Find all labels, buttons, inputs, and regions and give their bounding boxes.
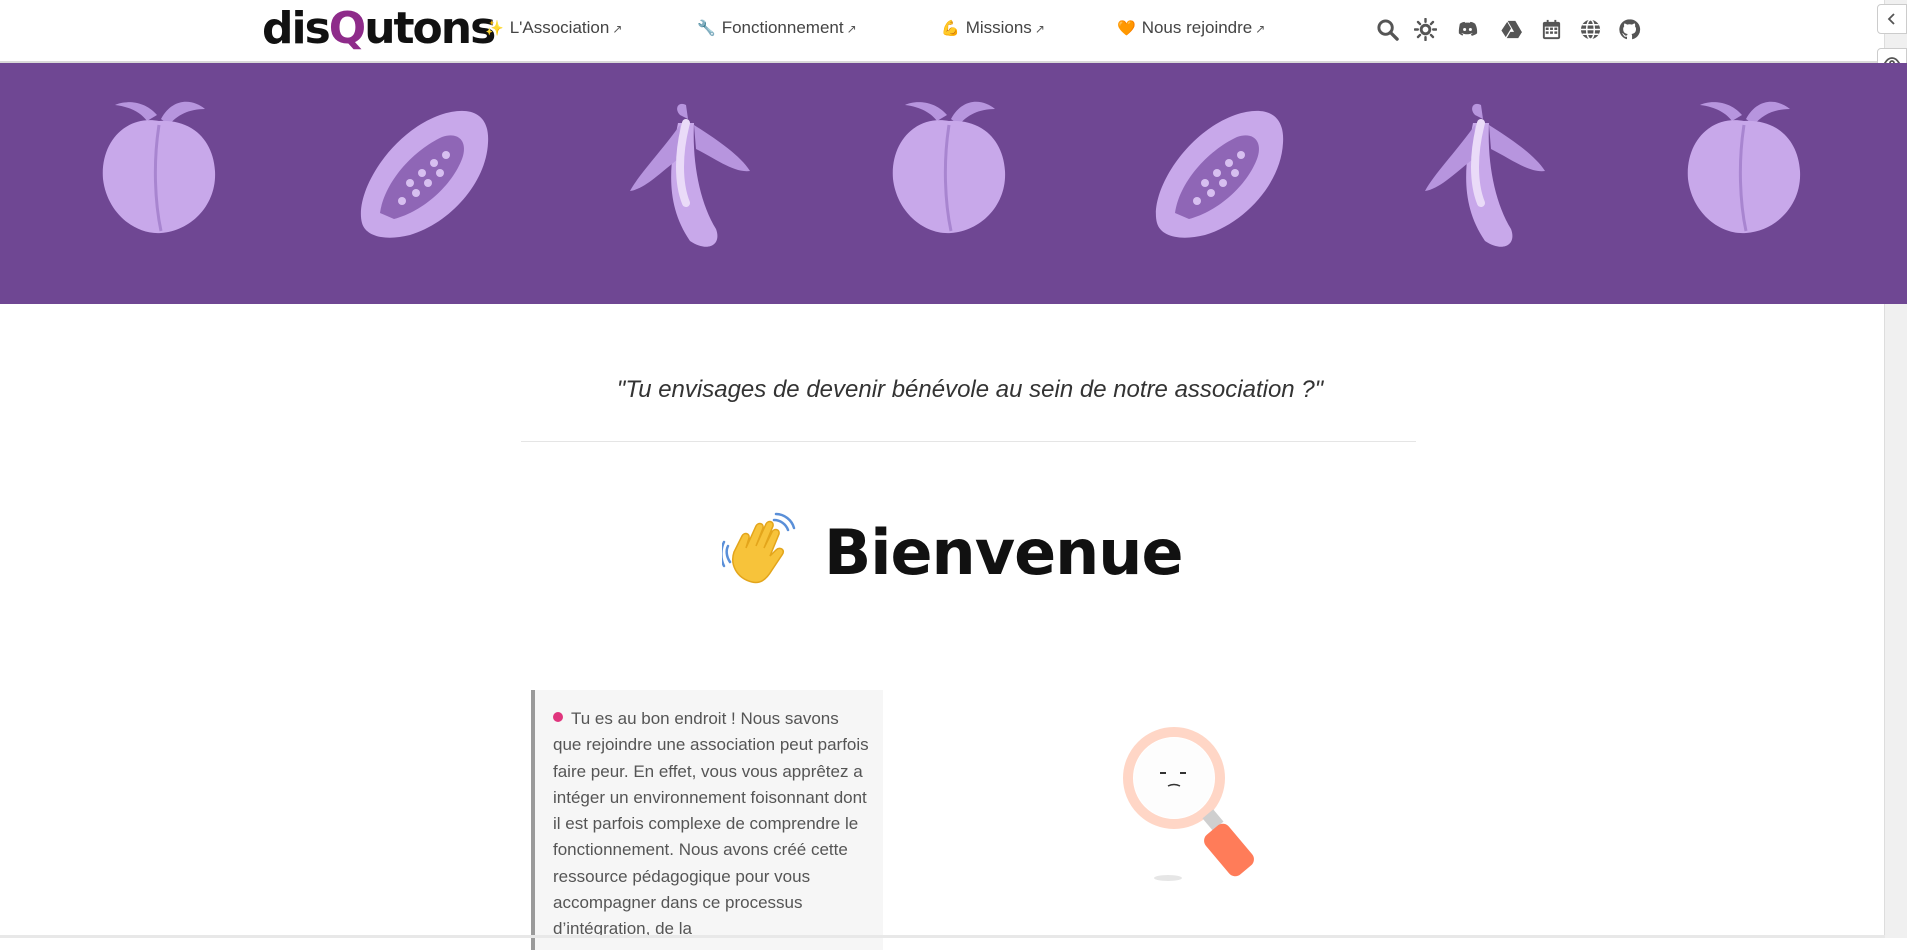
external-link-icon: ↗ — [1255, 22, 1266, 36]
nav-link-label: Fonctionnement — [721, 18, 844, 37]
nav-link-missions[interactable]: 💪 Missions ↗ — [941, 18, 1045, 38]
logo-text-part3: utons — [364, 3, 496, 54]
logo-text-part2: Q — [328, 3, 366, 54]
globe-icon[interactable] — [1575, 14, 1605, 44]
peach-icon — [1687, 101, 1801, 234]
papaya-icon — [360, 110, 489, 238]
external-link-icon: ↗ — [1034, 22, 1045, 36]
discord-icon[interactable] — [1452, 14, 1482, 44]
magnifier-illustration — [1123, 727, 1254, 881]
section-divider — [521, 441, 1416, 442]
logo-text-part1: dis — [262, 3, 331, 54]
chevron-left-icon — [1887, 13, 1895, 25]
page-title: Bienvenue — [824, 515, 1183, 589]
nav-link-nous-rejoindre[interactable]: 🧡 Nous rejoindre ↗ — [1117, 18, 1265, 38]
flexed-biceps-icon: 💪 — [941, 20, 960, 37]
nav-link-label: Missions — [965, 18, 1032, 37]
collapse-panel-button[interactable] — [1877, 4, 1907, 34]
peach-icon — [892, 101, 1006, 234]
papaya-icon — [1155, 110, 1284, 238]
google-drive-icon[interactable] — [1496, 14, 1526, 44]
nav-link-fonctionnement[interactable]: 🔧 Fonctionnement ↗ — [697, 18, 857, 38]
external-link-icon: ↗ — [612, 22, 623, 36]
waving-hand-icon — [722, 512, 796, 584]
calendar-icon[interactable] — [1536, 14, 1566, 44]
hero-banner — [0, 63, 1907, 304]
theme-toggle-icon[interactable] — [1410, 14, 1440, 44]
welcome-heading: Bienvenue — [722, 512, 1183, 592]
search-icon[interactable] — [1372, 14, 1402, 44]
pushpin-icon — [553, 712, 563, 722]
nav-link-label: Nous rejoindre — [1141, 18, 1253, 37]
callout-text: Tu es au bon endroit ! Nous savons que r… — [553, 709, 869, 939]
banana-icon — [630, 103, 750, 247]
sparkles-icon: ✨ — [485, 20, 504, 37]
wrench-icon: 🔧 — [697, 20, 716, 37]
banana-icon — [1425, 103, 1545, 247]
callout-paragraph: Tu es au bon endroit ! Nous savons que r… — [535, 690, 883, 943]
top-navbar: disQutons ✨ L'Association ↗ 🔧 Fonctionnemen… — [0, 0, 1885, 63]
site-logo[interactable]: disQutons — [262, 0, 496, 58]
github-icon[interactable] — [1614, 14, 1644, 44]
external-link-icon: ↗ — [846, 22, 857, 36]
nav-link-label: L'Association — [509, 18, 610, 37]
orange-heart-icon: 🧡 — [1117, 20, 1136, 37]
nav-link-association[interactable]: ✨ L'Association ↗ — [485, 18, 622, 38]
intro-callout: Tu es au bon endroit ! Nous savons que r… — [531, 690, 883, 950]
intro-quote: "Tu envisages de devenir bénévole au sei… — [616, 376, 1324, 403]
peach-icon — [102, 101, 216, 234]
